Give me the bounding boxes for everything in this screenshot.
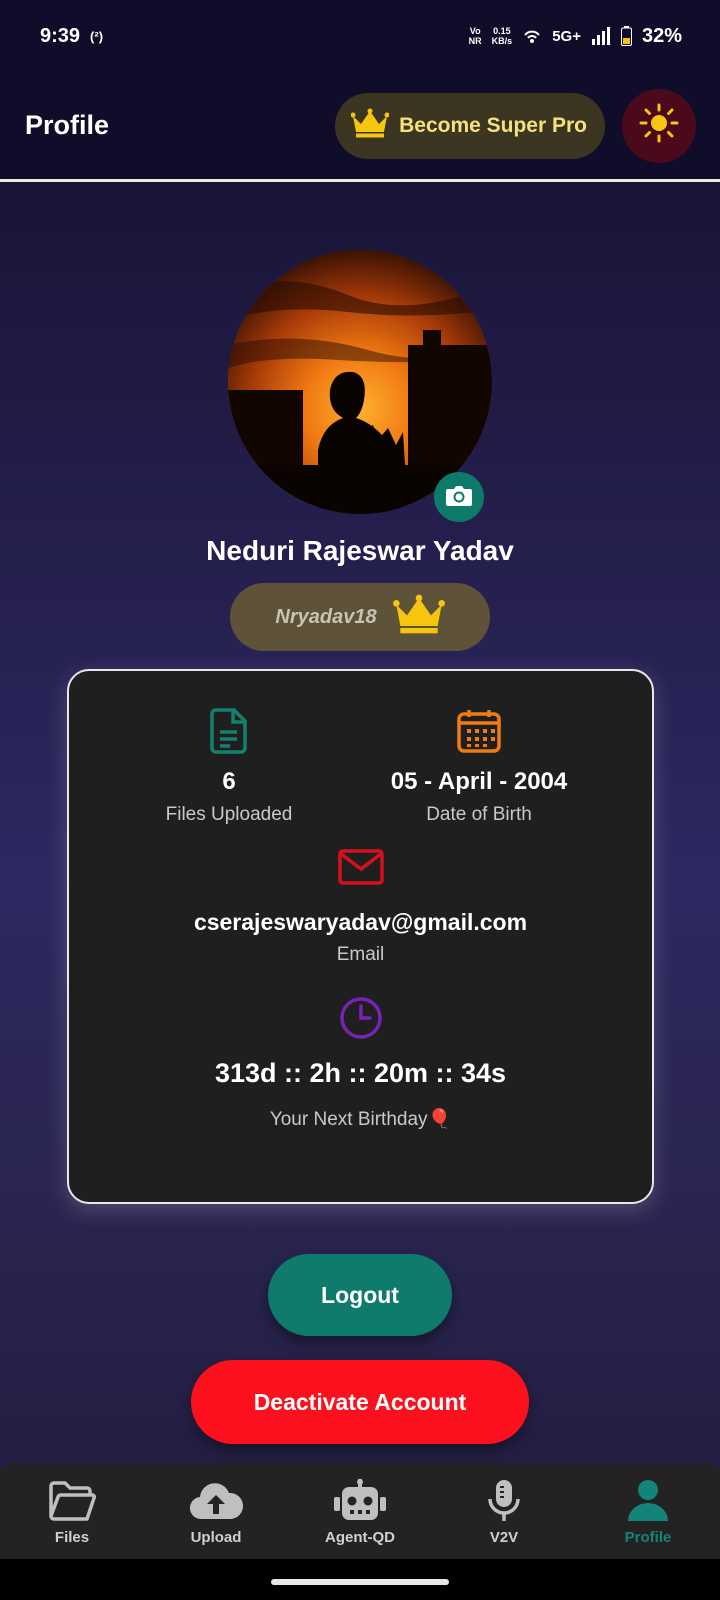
files-label: Files Uploaded: [165, 804, 293, 825]
files-uploaded-stat: 6 Files Uploaded: [149, 708, 309, 826]
nav-label-profile: Profile: [624, 1529, 672, 1546]
nav-label-agent-qd: Agent-QD: [325, 1529, 395, 1546]
nav-item-files[interactable]: Files: [12, 1477, 132, 1546]
robot-icon: [333, 1477, 387, 1525]
email-stat: cserajeswaryadav@gmail.com Email: [69, 849, 652, 966]
document-icon: [149, 708, 309, 756]
dob-value: 05 - April - 2004: [390, 768, 568, 795]
wifi-calling-icon: [522, 26, 542, 46]
profile-info-card: 6 Files Uploaded 05 - April - 2004 Date …: [67, 669, 654, 1204]
microphone-icon: [487, 1477, 521, 1525]
username-text: Nryadav18: [275, 605, 377, 628]
cloud-upload-icon: [189, 1477, 243, 1525]
change-photo-button[interactable]: [434, 472, 484, 522]
camera-icon: [445, 483, 473, 512]
crown-icon: [392, 594, 445, 640]
nav-item-upload[interactable]: Upload: [156, 1477, 276, 1546]
nav-label-v2v: V2V: [489, 1529, 519, 1546]
email-value: cserajeswaryadav@gmail.com: [193, 909, 528, 935]
signal-icon: [591, 27, 611, 45]
nav-item-profile[interactable]: Profile: [588, 1477, 708, 1546]
nav-item-agent-qd[interactable]: Agent-QD: [300, 1477, 420, 1546]
nav-label-upload: Upload: [190, 1529, 242, 1546]
user-icon: [626, 1477, 670, 1525]
home-gesture-handle[interactable]: [271, 1579, 449, 1585]
network-type: 5G+: [552, 27, 581, 45]
battery-icon: [620, 26, 632, 46]
super-pro-label: Become Super Pro: [399, 113, 587, 137]
email-label: Email: [336, 944, 385, 965]
volte-indicator: Vo NR: [468, 26, 482, 46]
crown-icon: [350, 108, 390, 144]
hotspot-icon: (²): [90, 28, 104, 44]
page-title: Profile: [25, 110, 110, 140]
battery-level: 32%: [641, 24, 682, 47]
logout-button[interactable]: Logout: [268, 1254, 452, 1336]
folder-icon: [48, 1477, 96, 1525]
clock-icon: [69, 996, 652, 1044]
nav-item-v2v[interactable]: V2V: [444, 1477, 564, 1546]
status-time: 9:39: [40, 24, 81, 47]
bottom-navigation: Files Upload Agent-QD V2V Profile: [0, 1463, 720, 1559]
gesture-navigation-bar: [0, 1559, 720, 1600]
username-badge: Nryadav18: [230, 583, 490, 651]
network-speed: 0.15 KB/s: [491, 26, 513, 46]
dob-label: Date of Birth: [426, 804, 532, 825]
profile-avatar-container: [228, 250, 492, 522]
countdown-label: Your Next Birthday🎈: [269, 1109, 452, 1130]
profile-name: Neduri Rajeswar Yadav: [206, 535, 514, 566]
date-of-birth-stat: 05 - April - 2004 Date of Birth: [369, 708, 589, 826]
calendar-icon: [369, 708, 589, 756]
theme-toggle-button[interactable]: [622, 88, 696, 163]
birthday-countdown-stat: 313d :: 2h :: 20m :: 34s Your Next Birth…: [69, 996, 652, 1131]
deactivate-account-button[interactable]: Deactivate Account: [191, 1360, 529, 1444]
countdown-value: 313d :: 2h :: 20m :: 34s: [214, 1058, 507, 1088]
mail-icon: [69, 849, 652, 897]
status-bar: 9:39 (²) Vo NR 0.15 KB/s 5G+ 32%: [0, 0, 720, 72]
nav-label-files: Files: [54, 1529, 90, 1546]
files-count: 6: [222, 768, 236, 795]
sun-icon: [639, 103, 679, 148]
app-header: Profile Become Super Pro: [0, 72, 720, 182]
become-super-pro-button[interactable]: Become Super Pro: [335, 92, 605, 159]
